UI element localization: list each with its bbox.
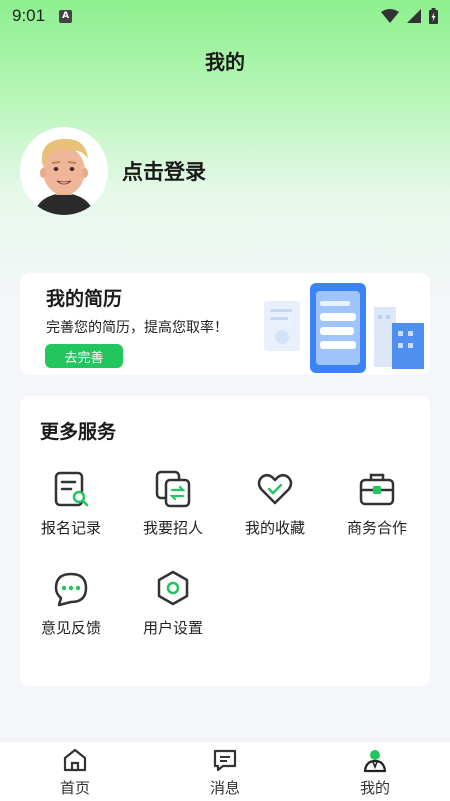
complete-resume-button[interactable]: 去完善 [45,344,123,368]
tab-label: 消息 [209,779,240,797]
notification-badge-icon: A [59,9,73,23]
settings-hex-icon [157,570,189,606]
service-favorites[interactable]: 我的收藏 [224,469,326,549]
user-icon [363,750,387,773]
briefcase-icon [359,473,395,506]
login-link[interactable]: 点击登录 [122,156,206,186]
service-label: 报名记录 [40,519,101,537]
tab-home[interactable]: 首页 [0,742,150,801]
recruit-swap-icon [155,470,191,508]
tab-messages[interactable]: 消息 [150,742,300,801]
service-label: 意见反馈 [40,619,101,637]
service-user-settings[interactable]: 用户设置 [122,569,224,649]
wifi-icon [381,9,399,23]
page-title: 我的 [205,50,245,74]
status-indicators [381,8,438,24]
record-search-icon [54,471,89,507]
more-services-card: 更多服务 报名记录 我要招人 我的收藏 商务合作 意见反馈 用户设置 [20,396,430,686]
service-label: 商务合作 [346,519,407,537]
tab-label: 首页 [59,779,90,797]
service-recruit[interactable]: 我要招人 [122,469,224,549]
service-label: 我的收藏 [244,519,305,537]
heart-icon [257,474,293,505]
service-label: 我要招人 [142,519,203,537]
services-title: 更多服务 [40,421,117,443]
service-signup-records[interactable]: 报名记录 [20,469,122,549]
status-bar: 9:01 A [0,0,450,32]
tab-label: 我的 [359,779,390,797]
bottom-tab-bar: 首页 消息 我的 [0,741,450,801]
service-business[interactable]: 商务合作 [326,469,428,549]
status-time: 9:01 [12,6,46,25]
resume-card[interactable]: 我的简历 完善您的简历，提高您取率！ 去完善 [20,273,430,375]
resume-description: 完善您的简历，提高您取率！ [46,320,228,336]
service-feedback[interactable]: 意见反馈 [20,569,122,649]
message-icon [213,749,237,772]
avatar[interactable] [20,127,108,215]
tab-mine[interactable]: 我的 [300,742,450,801]
battery-icon [429,8,438,24]
chat-bubble-icon [54,572,88,607]
signal-icon [407,9,421,23]
resume-title: 我的简历 [46,288,123,310]
profile-section[interactable]: 点击登录 [20,127,206,215]
home-icon [63,748,87,772]
avatar-3d-man-icon [20,127,108,215]
service-label: 用户设置 [142,619,203,637]
resume-illustration-icon [264,283,424,373]
